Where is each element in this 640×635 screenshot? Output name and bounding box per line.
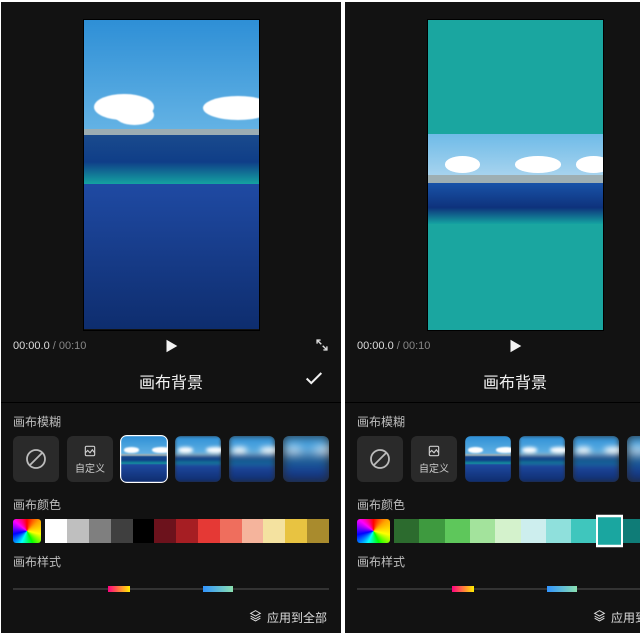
playback-row: 00:00.0 / 00:10 — [345, 333, 640, 359]
color-swatch[interactable] — [419, 519, 444, 543]
color-swatch[interactable] — [285, 519, 307, 543]
color-row-right — [345, 519, 640, 543]
blur-none[interactable] — [357, 436, 403, 482]
blur-none[interactable] — [13, 436, 59, 482]
section-style-label: 画布样式 — [1, 543, 341, 576]
play-button[interactable] — [162, 337, 180, 355]
section-blur-label: 画布模糊 — [1, 403, 341, 436]
time-current: 00:00.0 — [357, 340, 394, 352]
color-swatch[interactable] — [597, 516, 622, 546]
color-swatch[interactable] — [242, 519, 264, 543]
blur-custom[interactable]: 自定义 — [411, 436, 457, 482]
confirm-button[interactable] — [303, 367, 325, 394]
color-swatch[interactable] — [89, 519, 111, 543]
playback-row: 00:00.0 / 00:10 — [1, 333, 341, 359]
canvas — [428, 20, 603, 330]
color-swatch[interactable] — [470, 519, 495, 543]
color-swatch[interactable] — [154, 519, 176, 543]
blur-level-1[interactable] — [465, 436, 511, 482]
time-current: 00:00.0 — [13, 340, 50, 352]
layers-icon — [593, 609, 606, 625]
blur-level-4[interactable] — [283, 436, 329, 482]
blur-custom-label: 自定义 — [419, 460, 449, 475]
color-swatch[interactable] — [45, 519, 67, 543]
editor-panel-left: 00:00.0 / 00:10 画布背景 画布模糊 — [1, 2, 341, 633]
play-button[interactable] — [506, 337, 524, 355]
video-preview[interactable] — [1, 2, 341, 337]
color-swatch[interactable] — [133, 519, 155, 543]
color-picker[interactable] — [13, 519, 41, 543]
apply-all-row[interactable]: 应用到全部 — [1, 601, 341, 633]
color-swatch[interactable] — [176, 519, 198, 543]
color-swatch[interactable] — [445, 519, 470, 543]
blur-level-4[interactable] — [627, 436, 640, 482]
time-sep: / — [50, 340, 59, 352]
color-swatch[interactable] — [307, 519, 329, 543]
apply-all-label: 应用到全部 — [267, 609, 327, 626]
blur-level-3[interactable] — [229, 436, 275, 482]
panel-title: 画布背景 — [139, 369, 203, 393]
blur-custom[interactable]: 自定义 — [67, 436, 113, 482]
time-total: 00:10 — [403, 340, 431, 352]
panel-title: 画布背景 — [483, 369, 547, 393]
blur-custom-label: 自定义 — [75, 460, 105, 475]
color-swatch[interactable] — [394, 519, 419, 543]
blur-level-2[interactable] — [519, 436, 565, 482]
style-options[interactable] — [13, 582, 329, 596]
blur-options: 自定义 — [1, 436, 341, 486]
color-swatch[interactable] — [546, 519, 571, 543]
video-preview[interactable] — [345, 2, 640, 337]
panel-title-bar: 画布背景 — [345, 359, 640, 403]
blur-level-2[interactable] — [175, 436, 221, 482]
color-swatch[interactable] — [67, 519, 89, 543]
editor-panel-right: 00:00.0 / 00:10 画布背景 画布模糊 — [345, 2, 640, 633]
section-color-label: 画布颜色 — [1, 486, 341, 519]
time-total: 00:10 — [59, 340, 87, 352]
section-color-label: 画布颜色 — [345, 486, 640, 519]
apply-all-row[interactable]: 应用到全部 — [345, 601, 640, 633]
time-sep: / — [394, 340, 403, 352]
panel-title-bar: 画布背景 — [1, 359, 341, 403]
color-swatch[interactable] — [495, 519, 520, 543]
color-row-left — [1, 519, 341, 543]
color-picker[interactable] — [357, 519, 390, 543]
color-swatch[interactable] — [198, 519, 220, 543]
blur-options: 自定义 — [345, 436, 640, 486]
section-blur-label: 画布模糊 — [345, 403, 640, 436]
color-swatch[interactable] — [111, 519, 133, 543]
layers-icon — [249, 609, 262, 625]
color-swatch[interactable] — [263, 519, 285, 543]
canvas — [84, 20, 259, 330]
apply-all-label: 应用到全部 — [611, 609, 640, 626]
color-swatch[interactable] — [521, 519, 546, 543]
color-swatch[interactable] — [622, 519, 640, 543]
color-swatch[interactable] — [220, 519, 242, 543]
blur-level-1[interactable] — [121, 436, 167, 482]
blur-level-3[interactable] — [573, 436, 619, 482]
color-swatch[interactable] — [571, 519, 596, 543]
expand-icon[interactable] — [315, 338, 329, 355]
style-options[interactable] — [357, 582, 640, 596]
section-style-label: 画布样式 — [345, 543, 640, 576]
